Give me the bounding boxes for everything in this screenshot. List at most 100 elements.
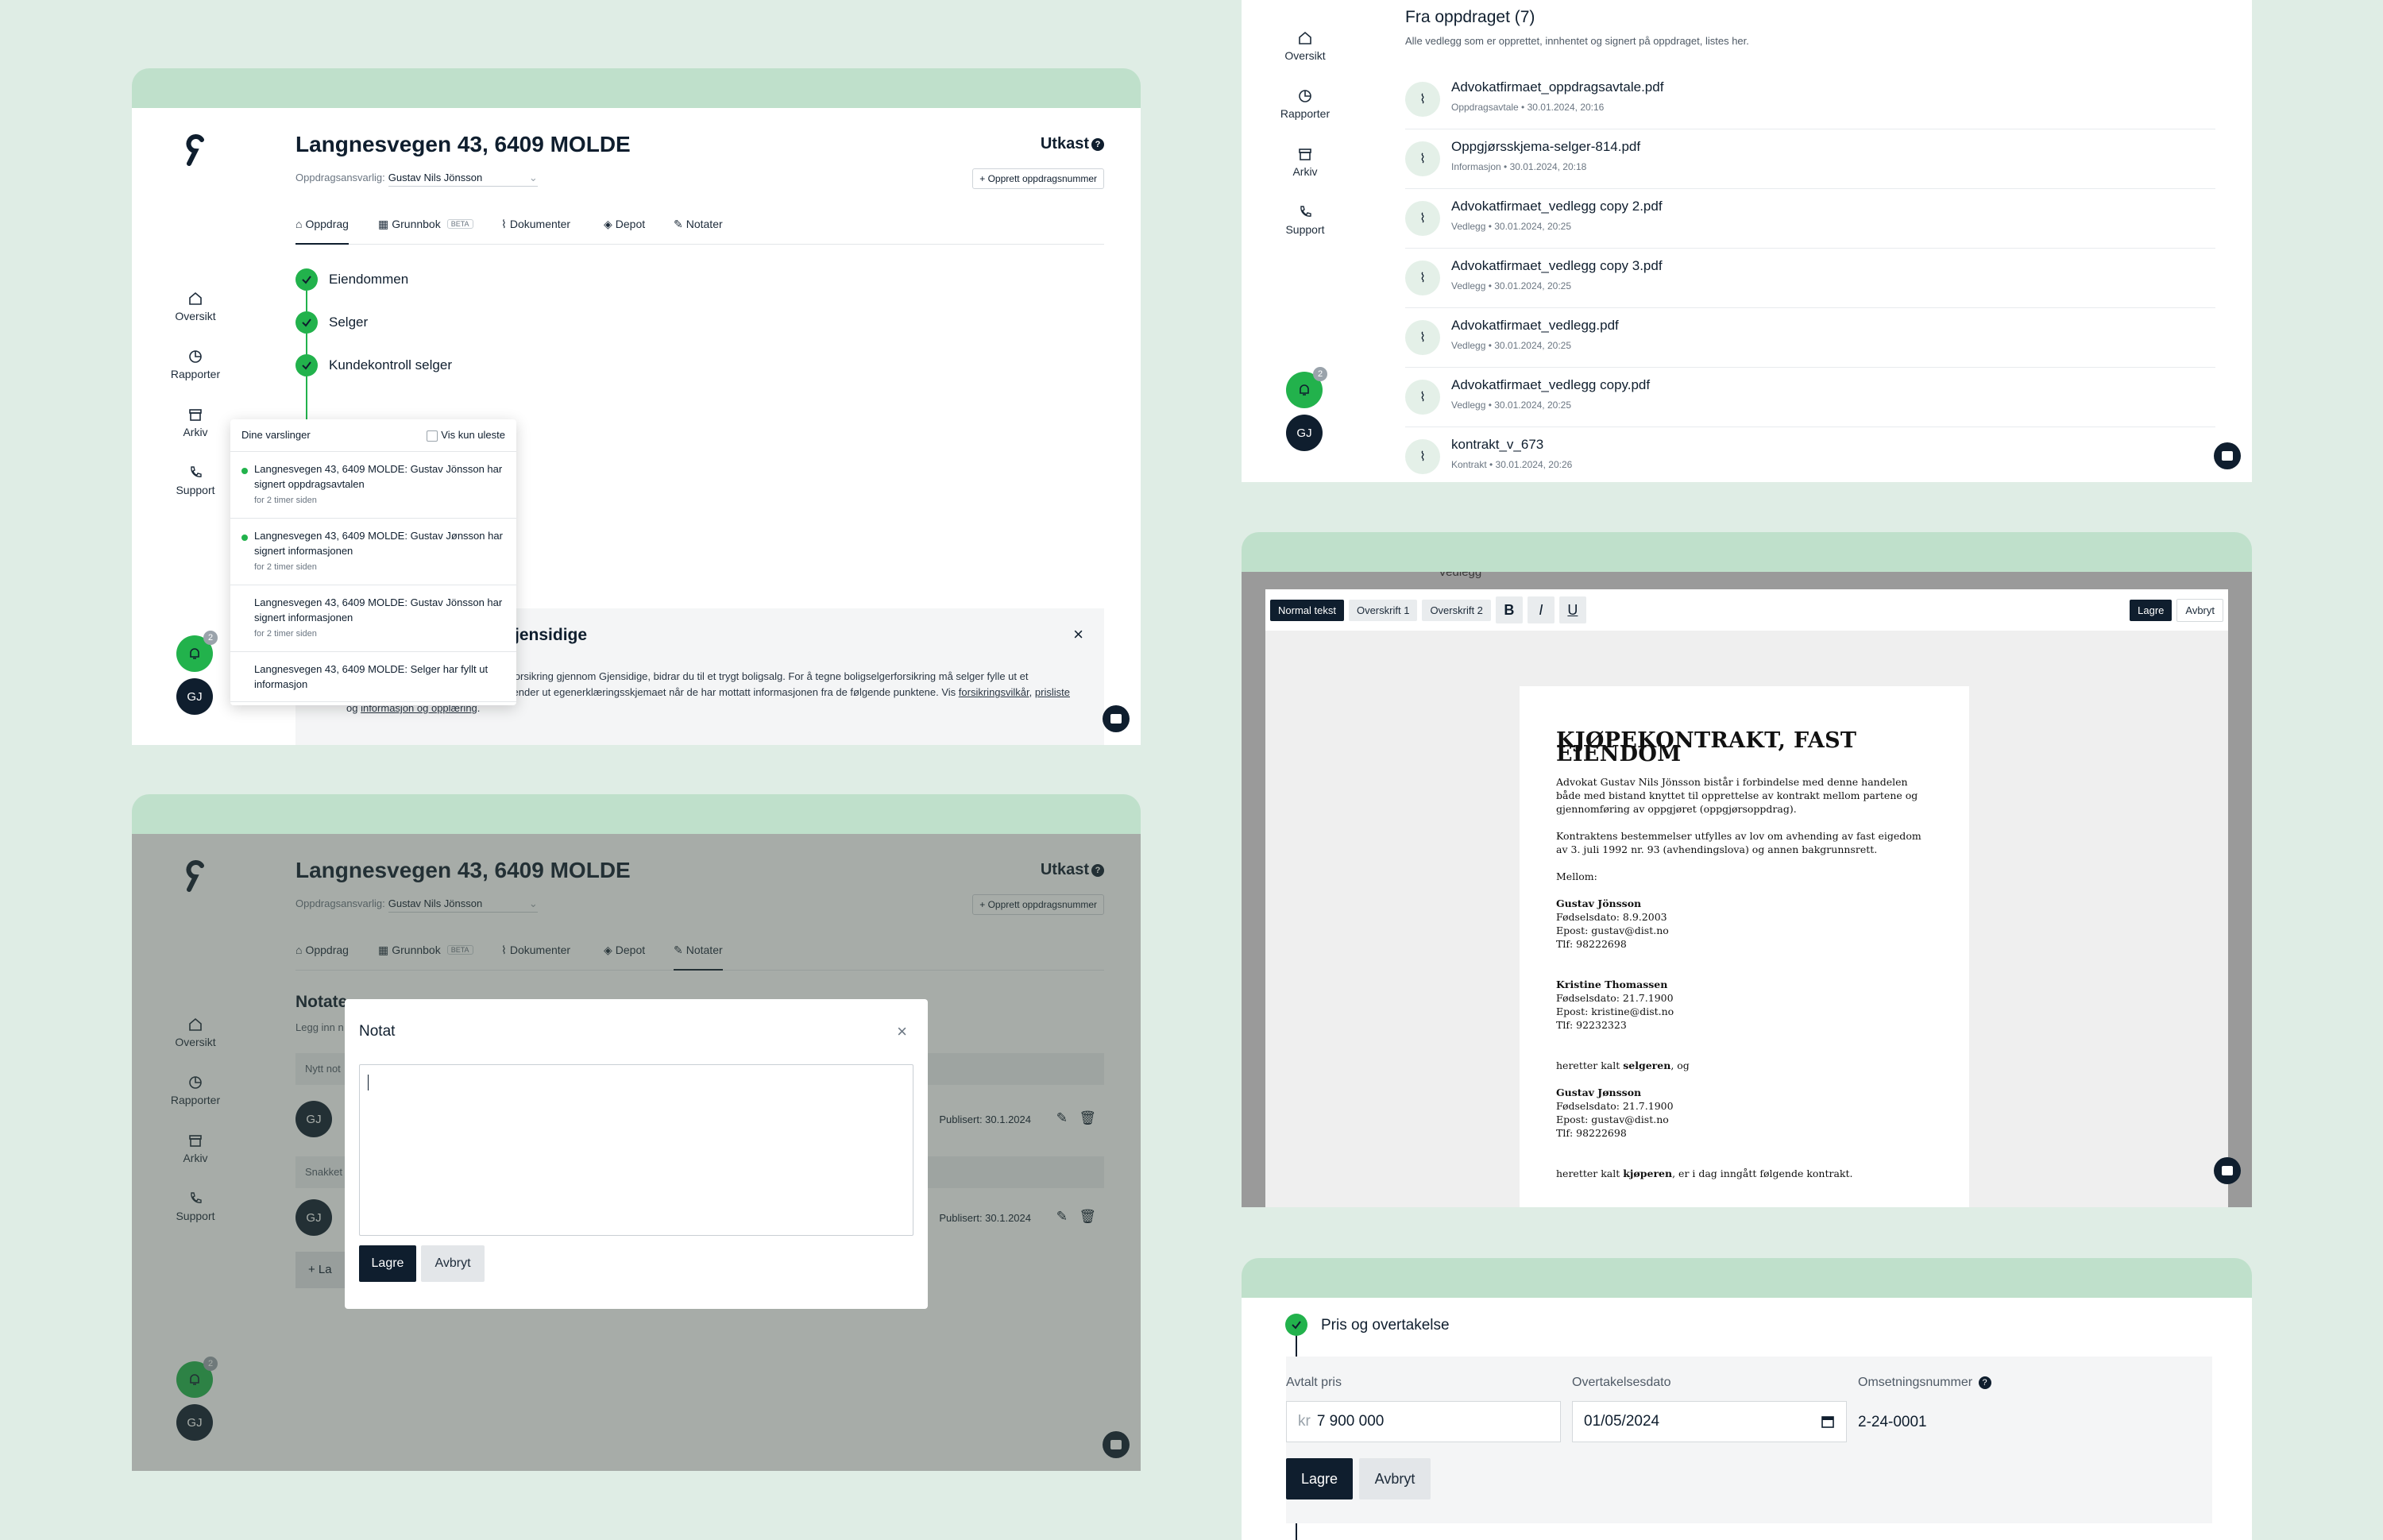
notification-time: for 2 timer siden	[254, 628, 317, 639]
nav-support-label: Support	[176, 484, 215, 496]
nav-reports-label: Rapporter	[170, 368, 221, 380]
notifications-button[interactable]: 2	[1286, 367, 1327, 408]
nav-overview[interactable]: Oversikt	[1242, 30, 1369, 62]
step-selger[interactable]: Selger	[295, 311, 368, 334]
document-item[interactable]: ⌇ Advokatfirmaet_vedlegg copy.pdf Vedlegg …	[1405, 368, 2215, 427]
pie-chart-icon	[1299, 90, 1311, 102]
step-kundekontroll[interactable]: Kundekontroll selger	[295, 354, 452, 376]
notification-item[interactable]: Langnesvegen 43, 6409 MOLDE: Gustav Jöns…	[230, 585, 516, 652]
tab-grunnbok[interactable]: ▦ Grunnbok BETA	[378, 218, 473, 245]
unread-filter[interactable]: Vis kun uleste	[427, 429, 505, 442]
normal-text-button[interactable]: Normal tekst	[1270, 599, 1344, 621]
notification-item[interactable]: Langnesvegen 43, 6409 MOLDE: Gustav Jöns…	[230, 452, 516, 519]
tab-depot[interactable]: ◈ Depot	[604, 218, 645, 245]
party-birth: Fødselsdato: 8.9.2003	[1556, 911, 1667, 923]
bold-button[interactable]: B	[1495, 596, 1523, 623]
underline-button[interactable]: U	[1558, 596, 1586, 623]
cancel-button[interactable]: Avbryt	[2176, 598, 2223, 622]
nav-reports[interactable]: Rapporter	[132, 349, 259, 380]
notification-item[interactable]: Langnesvegen 43, 6409 MOLDE: Gustav Jøns…	[230, 519, 516, 585]
help-icon[interactable]: ?	[1978, 1376, 1991, 1389]
nav-archive-label: Arkiv	[1292, 165, 1318, 178]
tab-dokumenter[interactable]: ⌇ Dokumenter	[501, 218, 570, 245]
party-block: Gustav Jønsson Fødselsdato: 21.7.1900 Epos…	[1556, 1086, 1933, 1140]
document-item[interactable]: ⌇ Oppgjørsskjema-selger-814.pdf Informasjo…	[1405, 129, 2215, 189]
panel-assignment: Oversikt Rapporter Arkiv Support 2 GJ La…	[132, 68, 1141, 745]
document-item[interactable]: ⌇ Advokatfirmaet_vedlegg copy 2.pdf Vedleg…	[1405, 189, 2215, 249]
responsible-select[interactable]: Gustav Nils Jönsson	[388, 172, 538, 187]
cancel-button[interactable]: Avbryt	[421, 1245, 485, 1282]
nav-support-label: Support	[1285, 223, 1325, 236]
price-value: 7 900 000	[1316, 1413, 1385, 1430]
documents-title: Fra oppdraget (7)	[1405, 8, 1535, 26]
terms-link[interactable]: forsikringsvilkår	[959, 686, 1029, 698]
heading1-button[interactable]: Overskrift 1	[1348, 599, 1418, 621]
help-icon[interactable]: ?	[1091, 137, 1104, 151]
notification-item[interactable]: Langnesvegen 43, 6409 MOLDE: Selger har …	[230, 652, 516, 702]
chat-icon	[1110, 714, 1122, 724]
nav-overview-label: Oversikt	[175, 310, 216, 322]
tab-depot-label: Depot	[615, 218, 646, 230]
save-button[interactable]: Lagre	[1286, 1458, 1353, 1499]
cancel-button[interactable]: Avbryt	[1359, 1458, 1431, 1499]
italic-button[interactable]: I	[1527, 596, 1555, 623]
section-title: Pris og overtakelse	[1321, 1317, 1450, 1334]
user-avatar[interactable]: GJ	[1286, 415, 1323, 451]
notification-text: Langnesvegen 43, 6409 MOLDE: Gustav Jøns…	[254, 529, 503, 557]
document-item[interactable]: ⌇ Advokatfirmaet_oppdragsavtale.pdf Oppdra…	[1405, 70, 2215, 129]
chat-button[interactable]	[1103, 705, 1130, 732]
party-email: Epost: gustav@dist.no	[1556, 1114, 1669, 1125]
document-paragraph: heretter kalt selgeren, og	[1556, 1059, 1933, 1072]
text: heretter kalt	[1556, 1059, 1624, 1071]
bell-icon	[190, 648, 199, 659]
save-button[interactable]: Lagre	[2130, 599, 2173, 621]
notification-time: for 2 timer siden	[254, 495, 317, 505]
paperclip-icon: ⌇	[1405, 380, 1440, 415]
user-avatar[interactable]: GJ	[176, 678, 213, 715]
document-item[interactable]: ⌇ Advokatfirmaet_vedlegg.pdf Vedlegg • 30.…	[1405, 308, 2215, 368]
notifications-button[interactable]: 2	[176, 631, 218, 672]
document-item[interactable]: ⌇ kontrakt_v_673 Kontrakt • 30.01.2024, 20…	[1405, 427, 2215, 482]
paperclip-icon: ⌇	[501, 218, 507, 230]
nav-reports[interactable]: Rapporter	[1242, 88, 1369, 120]
notification-count-badge: 2	[1313, 367, 1327, 381]
book-icon: ▦	[378, 218, 389, 230]
tab-oppdrag[interactable]: ⌂ Oppdrag	[295, 218, 349, 245]
chat-button[interactable]	[2214, 442, 2241, 469]
nav-overview[interactable]: Oversikt	[132, 291, 259, 322]
party-block: Kristine Thomassen Fødselsdato: 21.7.1900…	[1556, 978, 1933, 1032]
calendar-icon[interactable]	[1821, 1415, 1835, 1429]
create-number-button[interactable]: + Opprett oppdragsnummer	[972, 168, 1104, 189]
price-input[interactable]: kr 7 900 000	[1286, 1401, 1561, 1442]
unread-dot-icon	[241, 467, 248, 474]
step-eiendommen[interactable]: Eiendommen	[295, 268, 408, 291]
nav-support[interactable]: Support	[1242, 204, 1369, 236]
party-birth: Fødselsdato: 21.7.1900	[1556, 1100, 1674, 1112]
chat-button[interactable]	[2214, 1157, 2241, 1184]
contract-document[interactable]: KJØPEKONTRAKT, FAST EIENDOM Advokat Gust…	[1520, 686, 1969, 1207]
document-item[interactable]: ⌇ Advokatfirmaet_vedlegg copy 3.pdf Vedleg…	[1405, 249, 2215, 308]
note-modal: Notat × Lagre Avbryt	[345, 999, 928, 1309]
app-logo[interactable]	[180, 132, 211, 172]
price-list-link[interactable]: prisliste	[1035, 686, 1070, 698]
note-textarea[interactable]	[359, 1064, 913, 1236]
checkbox-icon[interactable]	[427, 430, 438, 442]
save-button[interactable]: Lagre	[359, 1245, 416, 1282]
paperclip-icon: ⌇	[1405, 201, 1440, 236]
party-name: Gustav Jønsson	[1556, 1086, 1642, 1098]
tab-grunnbok-label: Grunnbok	[392, 218, 441, 230]
heading2-button[interactable]: Overskrift 2	[1422, 599, 1491, 621]
document-meta: Vedlegg • 30.01.2024, 20:25	[1451, 340, 1572, 351]
tab-dokumenter-label: Dokumenter	[509, 218, 571, 230]
unread-filter-label: Vis kun uleste	[441, 429, 505, 441]
tab-notater-label: Notater	[686, 218, 723, 230]
nav-archive[interactable]: Arkiv	[1242, 146, 1369, 178]
document-name: Advokatfirmaet_vedlegg copy 3.pdf	[1451, 258, 1663, 273]
date-input[interactable]: 01/05/2024	[1572, 1401, 1847, 1442]
notifications-dropdown: Dine varslinger Vis kun uleste Langnesve…	[230, 419, 516, 705]
buyer-word: kjøperen	[1623, 1168, 1673, 1179]
close-icon[interactable]: ×	[1073, 624, 1083, 645]
tab-notater[interactable]: ✎ Notater	[674, 218, 723, 245]
close-icon[interactable]: ×	[897, 1021, 907, 1042]
sidebar: Oversikt Rapporter Arkiv Support 2 GJ	[1242, 0, 1369, 482]
